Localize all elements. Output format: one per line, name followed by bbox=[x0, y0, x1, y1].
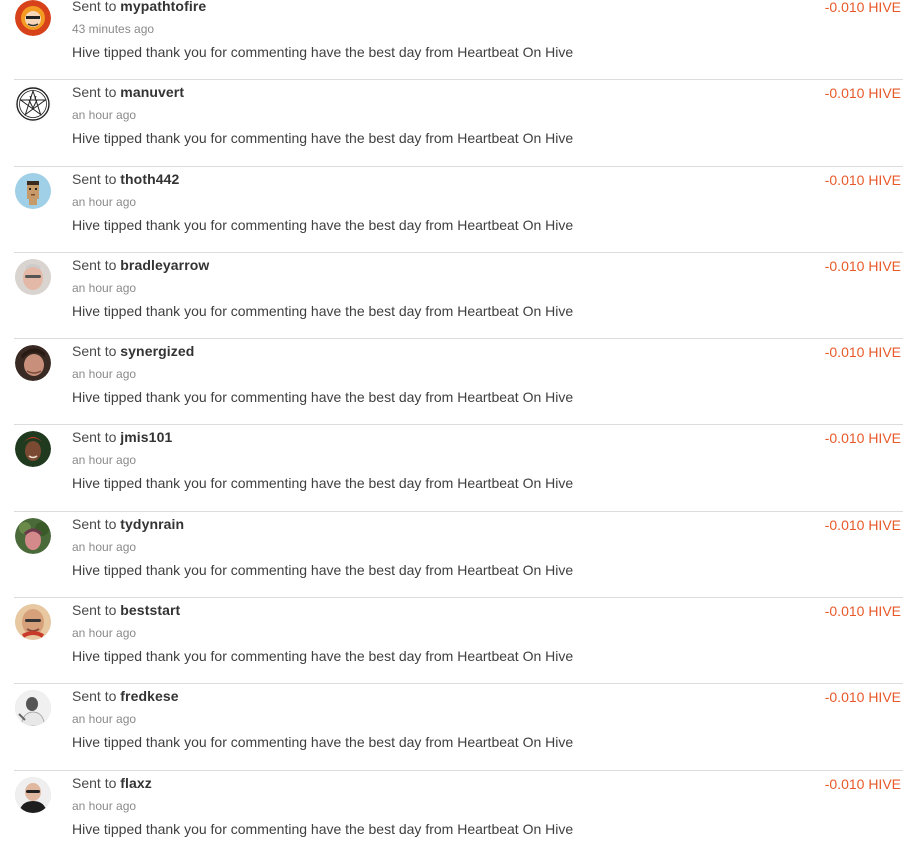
transaction-title: Sent to manuvert bbox=[72, 84, 184, 100]
red-orange-cartoon-avatar-icon bbox=[15, 0, 51, 36]
memo-text: Hive tipped thank you for commenting hav… bbox=[72, 820, 574, 837]
pixel-character-avatar-icon bbox=[15, 172, 51, 209]
avatar[interactable] bbox=[15, 0, 51, 36]
photo-avatar-icon bbox=[15, 690, 51, 727]
transaction-row: Sent to thoth442 an hour ago Hive tipped… bbox=[14, 167, 903, 253]
sent-prefix: Sent to bbox=[72, 170, 117, 187]
photo-avatar-icon bbox=[15, 345, 51, 382]
avatar[interactable] bbox=[15, 431, 51, 468]
timestamp: an hour ago bbox=[72, 280, 137, 295]
pentagram-goat-avatar-icon bbox=[15, 86, 51, 123]
transaction-row: Sent to mypathtofire 43 minutes ago Hive… bbox=[14, 0, 903, 81]
avatar[interactable] bbox=[15, 517, 51, 554]
recipient-link[interactable]: fredkese bbox=[120, 688, 178, 704]
amount: -0.010 HIVE bbox=[824, 689, 901, 706]
recipient-link[interactable]: manuvert bbox=[120, 84, 184, 100]
sent-prefix: Sent to bbox=[72, 515, 117, 532]
memo-text: Hive tipped thank you for commenting hav… bbox=[72, 648, 574, 665]
memo-text: Hive tipped thank you for commenting hav… bbox=[72, 475, 574, 492]
photo-avatar-icon bbox=[15, 258, 51, 295]
timestamp: an hour ago bbox=[72, 453, 137, 468]
transaction-row: Sent to jmis101 an hour ago Hive tipped … bbox=[14, 425, 903, 512]
transaction-row: Sent to flaxz an hour ago Hive tipped th… bbox=[14, 771, 903, 857]
avatar[interactable] bbox=[15, 690, 51, 727]
avatar[interactable] bbox=[15, 258, 51, 295]
memo-text: Hive tipped thank you for commenting hav… bbox=[72, 44, 574, 60]
sent-prefix: Sent to bbox=[72, 256, 117, 273]
sent-prefix: Sent to bbox=[72, 0, 117, 14]
transaction-title: Sent to synergized bbox=[72, 343, 194, 359]
transaction-title: Sent to jmis101 bbox=[72, 429, 172, 445]
transaction-row: Sent to bradleyarrow an hour ago Hive ti… bbox=[14, 253, 903, 340]
sent-prefix: Sent to bbox=[72, 343, 117, 360]
transaction-row: Sent to beststart an hour ago Hive tippe… bbox=[14, 598, 903, 685]
photo-avatar-icon bbox=[15, 517, 51, 554]
sent-prefix: Sent to bbox=[72, 84, 117, 101]
timestamp: an hour ago bbox=[72, 108, 137, 123]
timestamp: an hour ago bbox=[72, 539, 137, 554]
amount: -0.010 HIVE bbox=[824, 344, 901, 361]
memo-text: Hive tipped thank you for commenting hav… bbox=[72, 130, 574, 147]
recipient-link[interactable]: bradleyarrow bbox=[120, 257, 209, 273]
transaction-title: Sent to flaxz bbox=[72, 775, 152, 791]
transaction-title: Sent to mypathtofire bbox=[72, 0, 206, 14]
amount: -0.010 HIVE bbox=[824, 775, 901, 792]
timestamp: an hour ago bbox=[72, 798, 137, 813]
recipient-link[interactable]: tydynrain bbox=[120, 516, 184, 532]
transaction-list: Sent to mypathtofire 43 minutes ago Hive… bbox=[0, 0, 917, 857]
memo-text: Hive tipped thank you for commenting hav… bbox=[72, 302, 574, 319]
sent-prefix: Sent to bbox=[72, 429, 117, 446]
avatar[interactable] bbox=[15, 172, 51, 209]
transaction-row: Sent to manuvert an hour ago Hive tipped… bbox=[14, 80, 903, 167]
transaction-row: Sent to fredkese an hour ago Hive tipped… bbox=[14, 684, 903, 771]
recipient-link[interactable]: mypathtofire bbox=[120, 0, 206, 14]
transaction-title: Sent to bradleyarrow bbox=[72, 257, 209, 273]
sent-prefix: Sent to bbox=[72, 774, 117, 791]
transaction-title: Sent to tydynrain bbox=[72, 516, 184, 532]
amount: -0.010 HIVE bbox=[824, 516, 901, 533]
avatar[interactable] bbox=[15, 776, 51, 813]
avatar[interactable] bbox=[15, 604, 51, 641]
photo-avatar-icon bbox=[15, 776, 51, 813]
recipient-link[interactable]: synergized bbox=[120, 343, 194, 359]
amount: -0.010 HIVE bbox=[824, 0, 901, 15]
recipient-link[interactable]: jmis101 bbox=[120, 429, 172, 445]
amount: -0.010 HIVE bbox=[824, 603, 901, 620]
timestamp: an hour ago bbox=[72, 626, 137, 641]
timestamp: 43 minutes ago bbox=[72, 22, 155, 36]
memo-text: Hive tipped thank you for commenting hav… bbox=[72, 734, 574, 751]
amount: -0.010 HIVE bbox=[824, 85, 901, 102]
memo-text: Hive tipped thank you for commenting hav… bbox=[72, 561, 574, 578]
recipient-link[interactable]: flaxz bbox=[120, 775, 152, 791]
photo-avatar-icon bbox=[15, 431, 51, 468]
photo-avatar-icon bbox=[15, 604, 51, 641]
timestamp: an hour ago bbox=[72, 367, 137, 382]
memo-text: Hive tipped thank you for commenting hav… bbox=[72, 216, 574, 233]
timestamp: an hour ago bbox=[72, 194, 137, 209]
recipient-link[interactable]: beststart bbox=[120, 602, 180, 618]
amount: -0.010 HIVE bbox=[824, 430, 901, 447]
transaction-title: Sent to thoth442 bbox=[72, 171, 179, 187]
amount: -0.010 HIVE bbox=[824, 171, 901, 188]
transaction-title: Sent to beststart bbox=[72, 602, 180, 618]
sent-prefix: Sent to bbox=[72, 602, 117, 619]
memo-text: Hive tipped thank you for commenting hav… bbox=[72, 389, 574, 406]
transaction-title: Sent to fredkese bbox=[72, 688, 179, 704]
recipient-link[interactable]: thoth442 bbox=[120, 171, 179, 187]
sent-prefix: Sent to bbox=[72, 688, 117, 705]
amount: -0.010 HIVE bbox=[824, 257, 901, 274]
avatar[interactable] bbox=[15, 345, 51, 382]
transaction-row: Sent to tydynrain an hour ago Hive tippe… bbox=[14, 512, 903, 599]
timestamp: an hour ago bbox=[72, 712, 137, 727]
avatar[interactable] bbox=[15, 86, 51, 123]
transaction-row: Sent to synergized an hour ago Hive tipp… bbox=[14, 339, 903, 426]
